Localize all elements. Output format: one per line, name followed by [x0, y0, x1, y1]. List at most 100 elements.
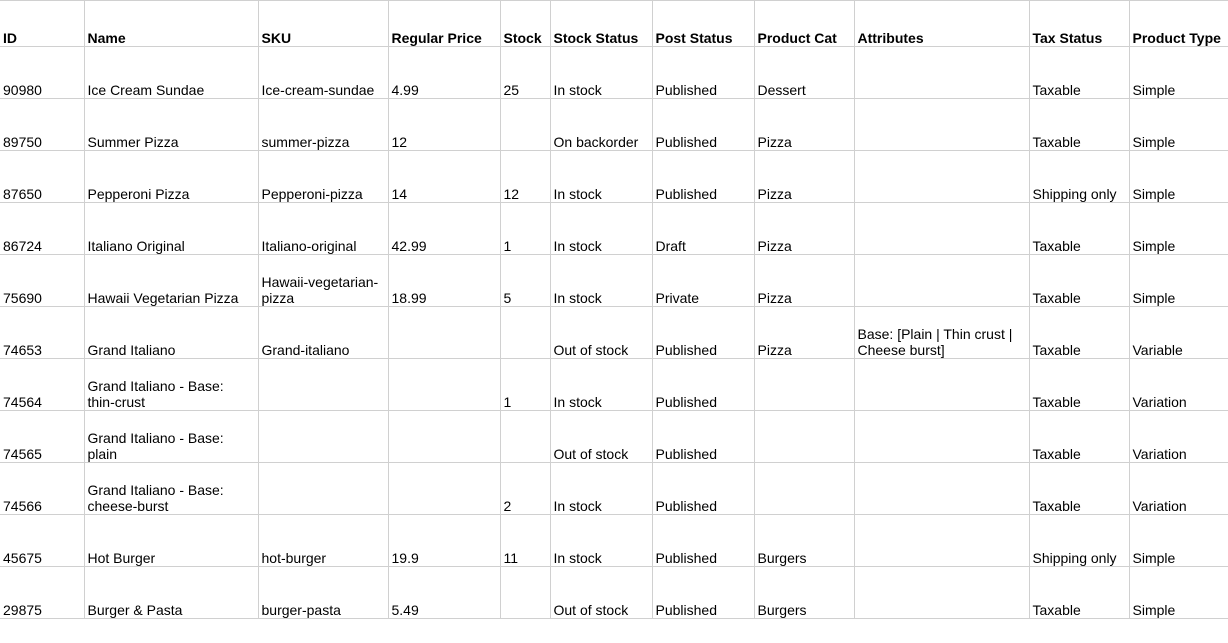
cell-id: 29875	[0, 567, 84, 619]
cell-stock_status: Out of stock	[550, 307, 652, 359]
cell-id: 45675	[0, 515, 84, 567]
cell-stock_status: In stock	[550, 255, 652, 307]
cell-post_status: Published	[652, 151, 754, 203]
cell-tax_status: Taxable	[1029, 255, 1129, 307]
cell-product_cat	[754, 463, 854, 515]
cell-price: 14	[388, 151, 500, 203]
cell-price: 19.9	[388, 515, 500, 567]
cell-product_cat: Pizza	[754, 255, 854, 307]
cell-post_status: Published	[652, 307, 754, 359]
cell-stock_status: In stock	[550, 151, 652, 203]
cell-stock_status: In stock	[550, 203, 652, 255]
cell-product_type: Simple	[1129, 567, 1228, 619]
cell-price: 42.99	[388, 203, 500, 255]
cell-price	[388, 307, 500, 359]
cell-stock_status: On backorder	[550, 99, 652, 151]
cell-stock: 1	[500, 203, 550, 255]
cell-product_cat: Pizza	[754, 151, 854, 203]
col-header-product-type: Product Type	[1129, 1, 1228, 47]
cell-sku: hot-burger	[258, 515, 388, 567]
table-row: 74564Grand Italiano - Base: thin-crust1I…	[0, 359, 1228, 411]
cell-name: Hawaii Vegetarian Pizza	[84, 255, 258, 307]
cell-stock: 12	[500, 151, 550, 203]
cell-attributes	[854, 567, 1029, 619]
cell-name: Grand Italiano - Base: cheese-burst	[84, 463, 258, 515]
col-header-price: Regular Price	[388, 1, 500, 47]
cell-id: 90980	[0, 47, 84, 99]
cell-id: 74565	[0, 411, 84, 463]
cell-sku: Pepperoni-pizza	[258, 151, 388, 203]
col-header-post-status: Post Status	[652, 1, 754, 47]
col-header-attributes: Attributes	[854, 1, 1029, 47]
cell-sku: burger-pasta	[258, 567, 388, 619]
cell-tax_status: Shipping only	[1029, 151, 1129, 203]
cell-product_type: Variation	[1129, 411, 1228, 463]
cell-attributes	[854, 411, 1029, 463]
cell-product_cat: Pizza	[754, 203, 854, 255]
cell-name: Grand Italiano	[84, 307, 258, 359]
cell-id: 75690	[0, 255, 84, 307]
cell-id: 74564	[0, 359, 84, 411]
cell-post_status: Published	[652, 99, 754, 151]
table-row: 86724Italiano OriginalItaliano-original4…	[0, 203, 1228, 255]
cell-attributes	[854, 359, 1029, 411]
table-row: 45675Hot Burgerhot-burger19.911In stockP…	[0, 515, 1228, 567]
table-row: 74565Grand Italiano - Base: plain Out of …	[0, 411, 1228, 463]
cell-stock	[500, 307, 550, 359]
cell-product_type: Variation	[1129, 359, 1228, 411]
cell-tax_status: Taxable	[1029, 307, 1129, 359]
col-header-sku: SKU	[258, 1, 388, 47]
cell-id: 74566	[0, 463, 84, 515]
table-row: 74653Grand ItalianoGrand-italiano Out of …	[0, 307, 1228, 359]
cell-post_status: Private	[652, 255, 754, 307]
cell-tax_status: Taxable	[1029, 567, 1129, 619]
col-header-stock-status: Stock Status	[550, 1, 652, 47]
cell-attributes	[854, 515, 1029, 567]
cell-stock_status: Out of stock	[550, 411, 652, 463]
cell-stock	[500, 99, 550, 151]
cell-post_status: Published	[652, 47, 754, 99]
header-row: ID Name SKU Regular Price Stock Stock St…	[0, 1, 1228, 47]
cell-attributes	[854, 255, 1029, 307]
cell-name: Italiano Original	[84, 203, 258, 255]
cell-tax_status: Taxable	[1029, 47, 1129, 99]
cell-stock: 25	[500, 47, 550, 99]
cell-attributes	[854, 151, 1029, 203]
cell-attributes: Base: [Plain | Thin crust | Cheese burst…	[854, 307, 1029, 359]
cell-product_type: Variation	[1129, 463, 1228, 515]
cell-post_status: Published	[652, 567, 754, 619]
cell-name: Grand Italiano - Base: thin-crust	[84, 359, 258, 411]
col-header-stock: Stock	[500, 1, 550, 47]
table-row: 74566Grand Italiano - Base: cheese-burst…	[0, 463, 1228, 515]
cell-product_type: Simple	[1129, 203, 1228, 255]
cell-attributes	[854, 47, 1029, 99]
cell-tax_status: Taxable	[1029, 359, 1129, 411]
cell-product_cat: Burgers	[754, 567, 854, 619]
cell-name: Hot Burger	[84, 515, 258, 567]
table-body: 90980Ice Cream SundaeIce-cream-sundae4.9…	[0, 47, 1228, 619]
cell-stock: 1	[500, 359, 550, 411]
cell-stock: 5	[500, 255, 550, 307]
cell-post_status: Published	[652, 359, 754, 411]
cell-price: 12	[388, 99, 500, 151]
cell-sku	[258, 463, 388, 515]
table-row: 90980Ice Cream SundaeIce-cream-sundae4.9…	[0, 47, 1228, 99]
cell-name: Summer Pizza	[84, 99, 258, 151]
cell-stock_status: In stock	[550, 47, 652, 99]
cell-price	[388, 463, 500, 515]
col-header-id: ID	[0, 1, 84, 47]
cell-name: Grand Italiano - Base: plain	[84, 411, 258, 463]
cell-product_cat	[754, 359, 854, 411]
cell-attributes	[854, 203, 1029, 255]
cell-stock_status: In stock	[550, 463, 652, 515]
cell-sku: Grand-italiano	[258, 307, 388, 359]
cell-id: 74653	[0, 307, 84, 359]
cell-product_type: Simple	[1129, 151, 1228, 203]
cell-price: 18.99	[388, 255, 500, 307]
cell-sku: summer-pizza	[258, 99, 388, 151]
cell-name: Burger & Pasta	[84, 567, 258, 619]
cell-product_type: Simple	[1129, 99, 1228, 151]
cell-price: 4.99	[388, 47, 500, 99]
table-row: 75690Hawaii Vegetarian PizzaHawaii-veget…	[0, 255, 1228, 307]
col-header-tax-status: Tax Status	[1029, 1, 1129, 47]
